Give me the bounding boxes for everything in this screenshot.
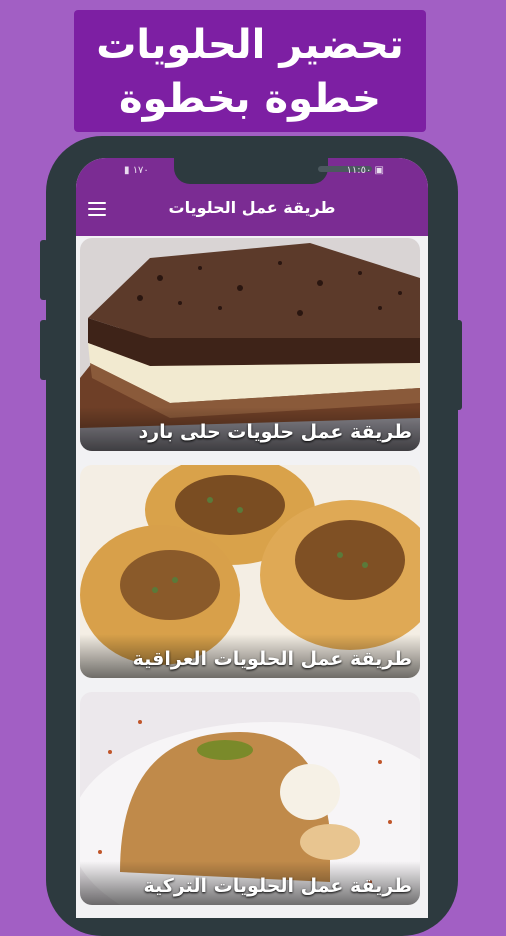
banner-line-2: خطوة بخطوة: [119, 76, 381, 122]
recipe-card-cold-desserts[interactable]: طريقة عمل حلويات حلى بارد: [80, 238, 420, 451]
recipe-label-cold-desserts: طريقة عمل حلويات حلى بارد: [80, 407, 420, 451]
promo-banner: تحضير الحلويات خطوة بخطوة: [74, 10, 426, 132]
recipe-label-turkish-desserts: طريقة عمل الحلويات التركية: [80, 861, 420, 905]
recipe-label-iraqi-desserts: طريقة عمل الحلويات العراقية: [80, 634, 420, 678]
banner-line-1: تحضير الحلويات: [96, 22, 404, 68]
app-title: طريقة عمل الحلويات: [168, 198, 336, 217]
phone-notch: [174, 158, 372, 184]
phone-screen: ▮ ١٧٠ ١١:٥٠ ▣ طريقة عمل الحلويات طريقة ع…: [76, 158, 428, 918]
status-time: ١١:٥٠ ▣: [346, 165, 385, 176]
status-left: ▮ ١٧٠: [124, 165, 149, 176]
app-bar: طريقة عمل الحلويات: [76, 184, 428, 236]
status-bar: ▮ ١٧٠ ١١:٥٠ ▣: [76, 158, 428, 184]
recipe-card-turkish-desserts[interactable]: طريقة عمل الحلويات التركية: [80, 692, 420, 905]
recipe-card-iraqi-desserts[interactable]: طريقة عمل الحلويات العراقية: [80, 465, 420, 678]
